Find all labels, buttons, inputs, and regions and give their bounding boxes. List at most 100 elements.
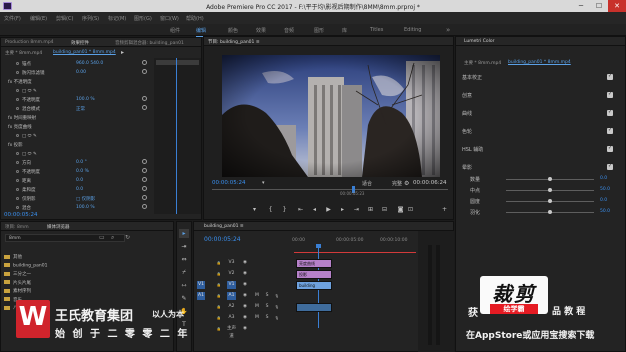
workspace-color[interactable]: 颜色 bbox=[228, 27, 238, 34]
vignette-slider-knob[interactable] bbox=[548, 199, 552, 203]
mute-button[interactable]: M bbox=[253, 292, 261, 300]
mute-button[interactable]: M bbox=[253, 314, 261, 322]
menu-clip[interactable]: 剪辑(C) bbox=[56, 15, 73, 22]
step-forward-button[interactable]: ▸ bbox=[338, 206, 347, 214]
lock-icon[interactable]: 🔒 bbox=[215, 281, 223, 289]
solo-button[interactable]: S bbox=[263, 292, 271, 300]
lock-icon[interactable]: 🔒 bbox=[215, 292, 223, 300]
section-enable-checkbox[interactable] bbox=[607, 145, 613, 152]
microphone-icon[interactable]: 🎙 bbox=[273, 303, 281, 311]
folder-icon[interactable]: ▭ bbox=[99, 234, 105, 241]
menu-sequence[interactable]: 序列(S) bbox=[82, 15, 99, 22]
ripple-edit-tool-icon[interactable]: ⇔ bbox=[179, 255, 189, 264]
export-frame-icon[interactable]: ◙ bbox=[396, 206, 405, 214]
effect-row-value[interactable]: 0.0 % bbox=[76, 169, 89, 174]
lumetri-section-label[interactable]: 基本校正 bbox=[462, 74, 482, 81]
menu-edit[interactable]: 编辑(E) bbox=[30, 15, 47, 22]
stopwatch-icon[interactable] bbox=[16, 152, 19, 155]
project-path-field[interactable]: 8mm bbox=[5, 234, 125, 242]
stopwatch-icon[interactable] bbox=[16, 161, 19, 164]
maximize-button[interactable]: ☐ bbox=[590, 0, 608, 12]
reset-icon[interactable] bbox=[142, 195, 147, 200]
go-to-out-button[interactable]: ⇥ bbox=[352, 206, 361, 214]
vignette-slider-knob[interactable] bbox=[548, 210, 552, 214]
workspace-editing-2[interactable]: Editing bbox=[404, 27, 421, 33]
search-icon[interactable]: ⌕ bbox=[111, 234, 114, 242]
lock-icon[interactable]: 🔒 bbox=[215, 259, 223, 267]
timeline-clip[interactable]: 投影 bbox=[296, 270, 332, 279]
close-button[interactable]: ✕ bbox=[608, 0, 626, 12]
lumetri-clip[interactable]: building_pan01 * 8mm.mp4 bbox=[508, 60, 571, 65]
lumetri-section-label[interactable]: 晕影 bbox=[462, 164, 472, 171]
reset-icon[interactable] bbox=[142, 96, 147, 101]
camera-icon[interactable]: ⊡ bbox=[406, 206, 415, 214]
more-workspaces-icon[interactable]: » bbox=[446, 26, 450, 34]
menu-marker[interactable]: 标记(M) bbox=[108, 15, 126, 22]
play-button[interactable]: ▶ bbox=[324, 206, 333, 214]
track-label[interactable]: V1 bbox=[227, 281, 236, 289]
track-label[interactable]: V3 bbox=[227, 259, 236, 267]
timeline-clip[interactable]: building bbox=[296, 281, 332, 290]
razor-tool-icon[interactable]: ⌿ bbox=[179, 268, 189, 277]
lumetri-section-label[interactable]: HSL 辅助 bbox=[462, 146, 483, 153]
step-back-button[interactable]: ◂ bbox=[310, 206, 319, 214]
ec-clip-label[interactable]: building_pan01 * 8mm.mp4 bbox=[53, 50, 116, 55]
project-item[interactable]: 片头片尾 bbox=[4, 280, 31, 288]
project-item[interactable]: 三分之一 bbox=[4, 271, 31, 279]
track-label[interactable]: V2 bbox=[227, 270, 236, 278]
track-label[interactable]: A2 bbox=[227, 303, 236, 311]
stopwatch-icon[interactable] bbox=[16, 89, 19, 92]
pen-tool-icon[interactable]: ✎ bbox=[179, 294, 189, 303]
timeline-clip[interactable] bbox=[296, 303, 332, 312]
tab-audio-mixer[interactable]: 音频剪辑混合器: building_pan01 bbox=[115, 40, 184, 46]
reset-icon[interactable] bbox=[142, 105, 147, 110]
workspace-graphics[interactable]: 图形 bbox=[314, 27, 324, 34]
mark-in-button[interactable]: { bbox=[266, 206, 275, 214]
workspace-assembly[interactable]: 组件 bbox=[170, 27, 180, 34]
program-timecode[interactable]: 00:00:05:24 bbox=[212, 180, 246, 186]
effect-row-value[interactable]: □ 仅阴影 bbox=[76, 196, 95, 202]
stopwatch-icon[interactable] bbox=[16, 62, 19, 65]
stopwatch-icon[interactable] bbox=[16, 98, 19, 101]
toggle-output-icon[interactable]: ◉ bbox=[241, 259, 249, 267]
workspace-libraries[interactable]: 库 bbox=[342, 27, 347, 34]
tab-program[interactable]: 节目: building_pan01 ≡ bbox=[208, 39, 260, 45]
go-to-in-button[interactable]: ⇤ bbox=[296, 206, 305, 214]
lock-icon[interactable]: 🔒 bbox=[215, 325, 223, 333]
timeline-timecode[interactable]: 00:00:05:24 bbox=[204, 236, 241, 243]
microphone-icon[interactable]: 🎙 bbox=[273, 314, 281, 322]
toggle-output-icon[interactable]: ◉ bbox=[241, 281, 249, 289]
source-patch-button[interactable]: V1 bbox=[197, 281, 205, 289]
stopwatch-icon[interactable] bbox=[16, 197, 19, 200]
selection-tool-icon[interactable]: ▸ bbox=[179, 229, 189, 238]
reset-icon[interactable] bbox=[142, 168, 147, 173]
solo-button[interactable]: S bbox=[263, 314, 271, 322]
section-enable-checkbox[interactable] bbox=[607, 91, 613, 98]
lock-icon[interactable]: 🔒 bbox=[215, 270, 223, 278]
tab-effect-controls[interactable]: 效果控件 bbox=[71, 40, 89, 46]
ec-playhead[interactable] bbox=[176, 58, 177, 214]
workspace-audio[interactable]: 音频 bbox=[284, 27, 294, 34]
effect-row-value[interactable]: 0.0 bbox=[76, 187, 83, 192]
mute-button[interactable]: M bbox=[253, 303, 261, 311]
vignette-slider-knob[interactable] bbox=[548, 177, 552, 181]
mark-out-button[interactable]: } bbox=[280, 206, 289, 214]
track-label[interactable]: 主声道 bbox=[227, 325, 236, 339]
marker-button[interactable]: ▾ bbox=[250, 206, 259, 214]
section-enable-checkbox[interactable] bbox=[607, 109, 613, 116]
section-enable-checkbox[interactable] bbox=[607, 73, 613, 80]
workspace-editing[interactable]: 编辑 bbox=[196, 27, 207, 37]
tab-media-browser[interactable]: 媒体浏览器 bbox=[47, 224, 70, 230]
source-patch-button[interactable]: A1 bbox=[197, 292, 205, 300]
stopwatch-icon[interactable] bbox=[16, 188, 19, 191]
tab-sequence[interactable]: building_pan01 ≡ bbox=[204, 224, 244, 229]
track-select-tool-icon[interactable]: ⇥ bbox=[179, 242, 189, 251]
toggle-output-icon[interactable]: ◉ bbox=[241, 303, 249, 311]
section-enable-checkbox[interactable] bbox=[607, 127, 613, 134]
toggle-output-icon[interactable]: ◉ bbox=[241, 292, 249, 300]
effect-row-value[interactable]: 0.00 bbox=[76, 70, 86, 75]
minimize-button[interactable]: ─ bbox=[572, 0, 590, 12]
menu-help[interactable]: 帮助(H) bbox=[186, 15, 204, 22]
stopwatch-icon[interactable] bbox=[16, 134, 19, 137]
microphone-icon[interactable]: 🎙 bbox=[273, 292, 281, 300]
